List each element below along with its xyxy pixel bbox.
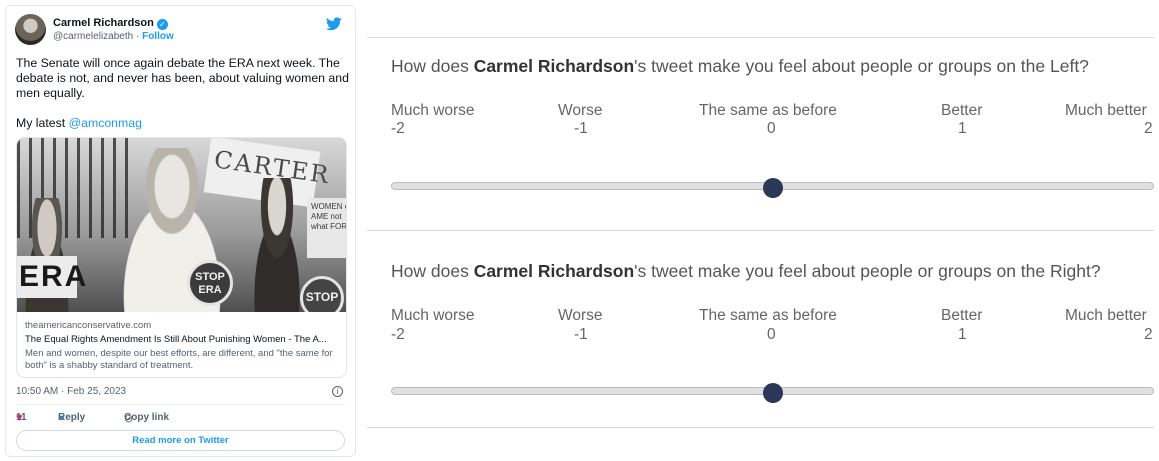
read-more-button[interactable]: Read more on Twitter (16, 430, 345, 451)
tweet-header: Carmel Richardson ✓ @carmelelizabeth · Fo… (15, 14, 346, 46)
mention-link[interactable]: @amconmag (69, 116, 142, 130)
stop-badge: STOP (300, 276, 344, 312)
tweet-paragraph-2: My latest @amconmag (16, 116, 142, 130)
scale-label-same: The same as before (699, 307, 837, 324)
scale-label-worse: Worse (558, 102, 603, 119)
scale-value-1: 1 (958, 326, 967, 343)
tweet-paragraph-1: The Senate will once again debate the ER… (16, 56, 349, 100)
divider (367, 230, 1154, 231)
info-icon[interactable]: i (332, 386, 343, 397)
link-preview-card[interactable]: CARTER WOMEN of AME not what FOR ERA STO… (16, 137, 347, 378)
divider (367, 427, 1154, 428)
scale-label-much-better: Much better (1065, 307, 1147, 324)
scale-label-same: The same as before (699, 102, 837, 119)
scale-value-2: 2 (1144, 326, 1153, 343)
author-handle[interactable]: @carmelelizabeth (53, 31, 133, 42)
author-avatar[interactable] (15, 14, 46, 45)
verified-badge-icon: ✓ (156, 19, 168, 30)
question-left: How does Carmel Richardson's tweet make … (391, 56, 1089, 76)
divider (367, 37, 1154, 38)
scale-value-minus-2: -2 (391, 326, 405, 343)
protest-sign-right: WOMEN of AME not what FOR (307, 198, 346, 258)
scale-label-better: Better (941, 307, 983, 324)
slider-thumb-left[interactable] (762, 178, 783, 198)
link-title: The Equal Rights Amendment Is Still Abou… (25, 334, 327, 345)
scale-label-better: Better (941, 102, 983, 119)
link-description: Men and women, despite our best efforts,… (25, 348, 333, 371)
author-handle-line: @carmelelizabeth · Follow (53, 31, 174, 42)
link-domain: theamericanconservative.com (25, 320, 152, 331)
scale-value-0: 0 (767, 120, 776, 137)
reply-label: Reply (58, 412, 86, 423)
scale-label-much-better: Much better (1065, 102, 1147, 119)
author-name[interactable]: Carmel Richardson ✓ (53, 17, 168, 30)
like-count: 11 (16, 412, 27, 423)
era-sign: ERA (17, 256, 86, 298)
twitter-bird-icon[interactable] (326, 17, 342, 31)
stop-era-button-badge: STOP ERA (187, 260, 233, 306)
survey-panel: How does Carmel Richardson's tweet make … (367, 0, 1159, 461)
tweet-timestamp[interactable]: 10:50 AM · Feb 25, 2023 (16, 386, 126, 397)
tweet-embed: Carmel Richardson ✓ @carmelelizabeth · Fo… (5, 5, 356, 457)
scale-value-minus-2: -2 (391, 120, 405, 137)
question-subject: Carmel Richardson (473, 261, 635, 281)
follow-link[interactable]: Follow (142, 31, 174, 42)
copy-link-label: Copy link (124, 412, 170, 423)
separator: · (135, 31, 140, 42)
scale-value-1: 1 (958, 120, 967, 137)
tweet-text: The Senate will once again debate the ER… (16, 56, 351, 131)
scale-label-worse: Worse (558, 307, 603, 324)
question-subject: Carmel Richardson (473, 56, 635, 76)
slider-thumb-right[interactable] (762, 383, 783, 403)
question-right: How does Carmel Richardson's tweet make … (391, 261, 1101, 281)
scale-value-2: 2 (1144, 120, 1153, 137)
scale-value-minus-1: -1 (574, 326, 588, 343)
divider (16, 404, 345, 405)
article-photo: CARTER WOMEN of AME not what FOR ERA STO… (17, 138, 346, 312)
scale-value-0: 0 (767, 326, 776, 343)
scale-label-much-worse: Much worse (391, 307, 475, 324)
scale-label-much-worse: Much worse (391, 102, 475, 119)
scale-value-minus-1: -1 (574, 120, 588, 137)
